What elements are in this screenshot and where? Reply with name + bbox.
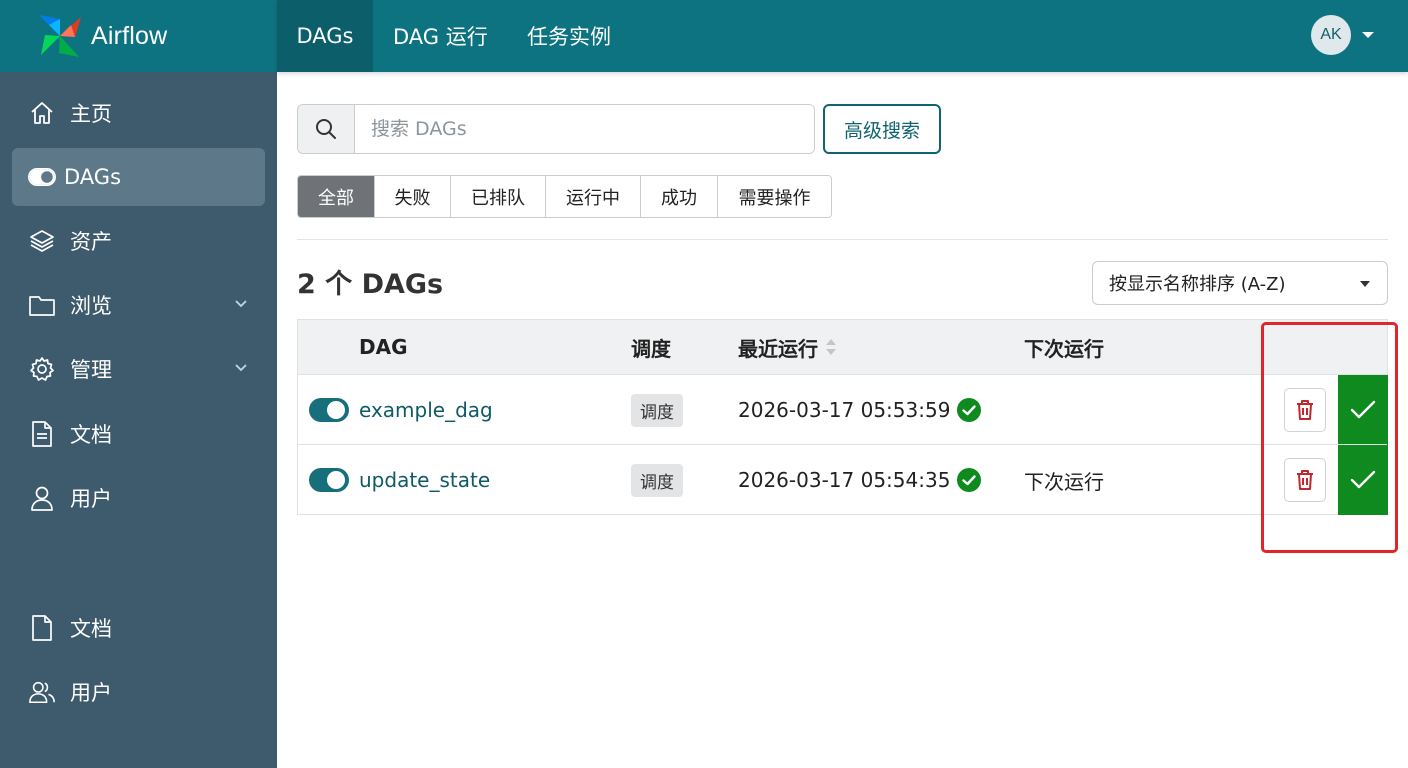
search-input[interactable] <box>355 105 814 153</box>
sidebar-item-label: 文档 <box>70 423 112 447</box>
filter-all[interactable]: 全部 <box>298 176 375 217</box>
column-header-last-run[interactable]: 最近运行 <box>738 320 838 374</box>
sidebar-item-home[interactable]: 主页 <box>12 84 265 142</box>
sidebar-item-assets[interactable]: 资产 <box>12 212 265 270</box>
dag-id-link[interactable]: example_dag <box>359 398 493 422</box>
confirm-button[interactable] <box>1338 375 1388 445</box>
sidebar-item-dags[interactable]: DAGs <box>12 148 265 206</box>
delete-dag-button[interactable] <box>1284 388 1326 432</box>
dag-enabled-toggle[interactable] <box>309 468 349 492</box>
filter-success[interactable]: 成功 <box>641 176 718 217</box>
layers-icon <box>28 227 56 255</box>
dag-count-title: 2 个 DAGs <box>297 269 444 300</box>
document-icon <box>28 420 56 448</box>
gear-icon <box>28 355 56 383</box>
filter-running[interactable]: 运行中 <box>546 176 641 217</box>
sort-select[interactable]: 按显示名称排序 (A-Z) <box>1092 261 1388 305</box>
success-check-icon <box>957 468 982 492</box>
airflow-logo-icon <box>39 15 81 57</box>
folder-icon <box>28 291 56 319</box>
home-icon <box>28 99 56 127</box>
sidebar-item-label: 管理 <box>70 358 112 382</box>
caret-down-icon[interactable] <box>1361 30 1375 40</box>
table-row: example_dag 调度 2026-03-17 05:53:59 <box>298 374 1388 445</box>
success-check-icon <box>957 398 982 422</box>
next-run-time: 下次运行 <box>1024 469 1104 494</box>
sidebar-item-label: 浏览 <box>70 294 112 318</box>
sidebar: Airflow 主页 DAGs 资产 浏览 管理 文档 用户 文档 用户 <box>0 0 277 768</box>
confirm-button[interactable] <box>1338 445 1388 515</box>
sidebar-item-label: DAGs <box>64 165 122 189</box>
sidebar-item-label: 资产 <box>70 230 112 254</box>
sidebar-item-label: 用户 <box>70 681 112 705</box>
column-header-label: 最近运行 <box>738 336 818 361</box>
trash-icon <box>1297 470 1313 490</box>
trash-icon <box>1297 400 1313 420</box>
sidebar-item-admin[interactable]: 管理 <box>12 340 265 398</box>
checkmark-icon <box>1350 400 1376 419</box>
schedule-badge: 调度 <box>631 463 683 497</box>
divider <box>297 239 1388 240</box>
column-header-next-run[interactable]: 下次运行 <box>1024 320 1104 374</box>
advanced-search-button[interactable]: 高级搜索 <box>823 104 941 154</box>
sidebar-item-user[interactable]: 用户 <box>12 469 265 527</box>
tab-task-instances[interactable]: 任务实例 <box>527 0 611 72</box>
user-icon <box>28 484 56 512</box>
status-filter-group: 全部 失败 已排队 运行中 成功 需要操作 <box>297 175 832 218</box>
last-run-time[interactable]: 2026-03-17 05:53:59 <box>738 398 950 422</box>
file-icon <box>28 614 56 642</box>
sidebar-item-browse[interactable]: 浏览 <box>12 276 265 334</box>
sidebar-item-label: 文档 <box>70 617 112 641</box>
top-navbar: DAGs DAG 运行 任务实例 AK <box>277 0 1408 72</box>
last-run-time[interactable]: 2026-03-17 05:54:35 <box>738 468 950 492</box>
column-header-schedule[interactable]: 调度 <box>631 320 671 374</box>
sidebar-item-label: 用户 <box>70 487 112 511</box>
toggle-icon <box>28 163 56 191</box>
checkmark-icon <box>1350 470 1376 489</box>
caret-down-icon <box>1360 281 1370 287</box>
table-header: DAG 调度 最近运行 下次运行 <box>298 320 1387 374</box>
sidebar-item-label: 主页 <box>70 102 112 126</box>
toggle-knob <box>327 401 345 419</box>
sort-select-value: 按显示名称排序 (A-Z) <box>1109 274 1286 295</box>
search-button[interactable] <box>298 105 355 153</box>
search-icon <box>316 119 336 139</box>
filter-failed[interactable]: 失败 <box>375 176 451 217</box>
dag-table: DAG 调度 最近运行 下次运行 example_dag 调度 2026-03-… <box>297 319 1388 515</box>
dag-enabled-toggle[interactable] <box>309 398 349 422</box>
table-row: update_state 调度 2026-03-17 05:54:35 下次运行 <box>298 444 1388 515</box>
tab-dags[interactable]: DAGs <box>277 0 373 72</box>
sidebar-item-docs[interactable]: 文档 <box>12 405 265 463</box>
chevron-down-icon <box>235 364 247 372</box>
users-icon <box>28 678 56 706</box>
filter-needs-action[interactable]: 需要操作 <box>718 176 831 217</box>
tab-dag-runs[interactable]: DAG 运行 <box>393 0 488 72</box>
sidebar-bottom-item-users[interactable]: 用户 <box>12 663 265 721</box>
sidebar-bottom-item-docs[interactable]: 文档 <box>12 599 265 657</box>
chevron-down-icon <box>235 300 247 308</box>
delete-dag-button[interactable] <box>1284 458 1326 502</box>
brand[interactable]: Airflow <box>0 0 277 72</box>
brand-name: Airflow <box>91 21 168 50</box>
column-header-dag[interactable]: DAG <box>359 320 408 374</box>
dag-id-link[interactable]: update_state <box>359 468 490 492</box>
sort-icon <box>826 339 836 355</box>
toggle-knob <box>327 471 345 489</box>
schedule-badge: 调度 <box>631 393 683 427</box>
filter-queued[interactable]: 已排队 <box>451 176 546 217</box>
user-avatar[interactable]: AK <box>1311 15 1351 55</box>
search-group <box>297 104 815 154</box>
